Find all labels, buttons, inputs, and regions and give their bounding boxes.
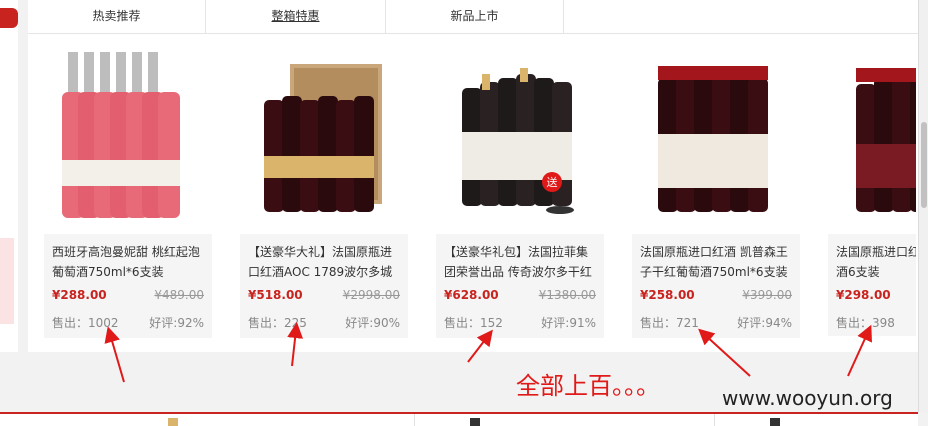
gift-badge: 送 [547,175,558,189]
product-image-rose-sparkling[interactable] [44,48,212,228]
product-info: 法国原瓶进口红酒 凯普森王子干红葡萄酒750ml*6支装 ¥258.00 ¥39… [632,234,800,338]
product-title[interactable]: 法国原瓶进口红酒 凯普森王子干红葡萄酒750ml*6支装 [640,242,794,282]
scrollbar-thumb[interactable] [921,122,927,208]
product-rating: 好评:91% [541,316,596,330]
next-product-peek [470,418,480,426]
page: 热卖推荐 整箱特惠 新品上市 西班牙高泡曼妮甜 桃红起泡葡萄酒750ml*6支装… [0,0,928,426]
product-rating: 好评:94% [737,316,792,330]
next-product-peek [770,418,780,426]
product-card[interactable]: 送 【送豪华礼包】法国拉菲集团荣誉出品 传奇波尔多干红 ¥628.00 ¥138… [436,40,604,338]
product-card[interactable]: 西班牙高泡曼妮甜 桃红起泡葡萄酒750ml*6支装 ¥288.00 ¥489.0… [44,40,212,338]
product-info: 法国原瓶进口红酒 干红葡萄酒6支装 ¥298.00 售出：398 [828,234,916,336]
tab-case-deals[interactable]: 整箱特惠 [206,0,386,34]
product-info: 西班牙高泡曼妮甜 桃红起泡葡萄酒750ml*6支装 ¥288.00 ¥489.0… [44,234,212,338]
product-title[interactable]: 法国原瓶进口红酒 干红葡萄酒6支装 [836,242,916,282]
product-image-red-wine[interactable] [632,48,800,228]
next-product-peek [168,418,178,426]
product-image-red-wine-partial[interactable] [828,48,916,228]
vertical-scrollbar[interactable] [918,0,928,412]
product-info: 【送豪华大礼】法国原瓶进口红酒AOC 1789波尔多城 ¥518.00 ¥299… [240,234,408,338]
product-original-price: ¥399.00 [742,288,792,302]
product-card[interactable]: 法国原瓶进口红酒 干红葡萄酒6支装 ¥298.00 售出：398 [828,40,916,336]
next-section-strip [0,414,918,426]
product-price: ¥258.00 [640,288,695,302]
tab-new-arrivals[interactable]: 新品上市 [386,0,564,34]
category-tabs: 热卖推荐 整箱特惠 新品上市 [28,0,918,34]
product-info: 【送豪华礼包】法国拉菲集团荣誉出品 传奇波尔多干红 ¥628.00 ¥1380.… [436,234,604,338]
product-title[interactable]: 【送豪华礼包】法国拉菲集团荣誉出品 传奇波尔多干红 [444,242,598,282]
annotation-note: 全部上百。。。 [516,372,660,400]
product-price: ¥628.00 [444,288,499,302]
product-sold-count: 售出：1002 [52,316,119,330]
product-price: ¥518.00 [248,288,303,302]
category-side-banner[interactable] [0,238,14,324]
product-image-wine-gift-box[interactable] [240,48,408,228]
product-sold-count: 售出：721 [640,316,699,330]
product-original-price: ¥2998.00 [342,288,400,302]
product-title[interactable]: 西班牙高泡曼妮甜 桃红起泡葡萄酒750ml*6支装 [52,242,206,282]
product-original-price: ¥489.00 [154,288,204,302]
product-card[interactable]: 法国原瓶进口红酒 凯普森王子干红葡萄酒750ml*6支装 ¥258.00 ¥39… [632,40,800,338]
product-image-bordeaux[interactable]: 送 [436,48,604,228]
next-section-divider [414,414,415,426]
product-price: ¥288.00 [52,288,107,302]
left-sidebar-strip [0,0,18,352]
product-original-price: ¥1380.00 [538,288,596,302]
product-price: ¥298.00 [836,288,891,302]
product-title[interactable]: 【送豪华大礼】法国原瓶进口红酒AOC 1789波尔多城 [248,242,402,282]
product-sold-count: 售出：152 [444,316,503,330]
tab-hot-recommend[interactable]: 热卖推荐 [28,0,206,34]
product-rating: 好评:90% [345,316,400,330]
watermark: www.wooyun.org [722,386,893,410]
product-sold-count: 售出：398 [836,316,895,330]
product-rating: 好评:92% [149,316,204,330]
product-card[interactable]: 【送豪华大礼】法国原瓶进口红酒AOC 1789波尔多城 ¥518.00 ¥299… [240,40,408,338]
next-section-divider [714,414,715,426]
category-tab-marker[interactable] [0,8,18,28]
product-sold-count: 售出：225 [248,316,307,330]
